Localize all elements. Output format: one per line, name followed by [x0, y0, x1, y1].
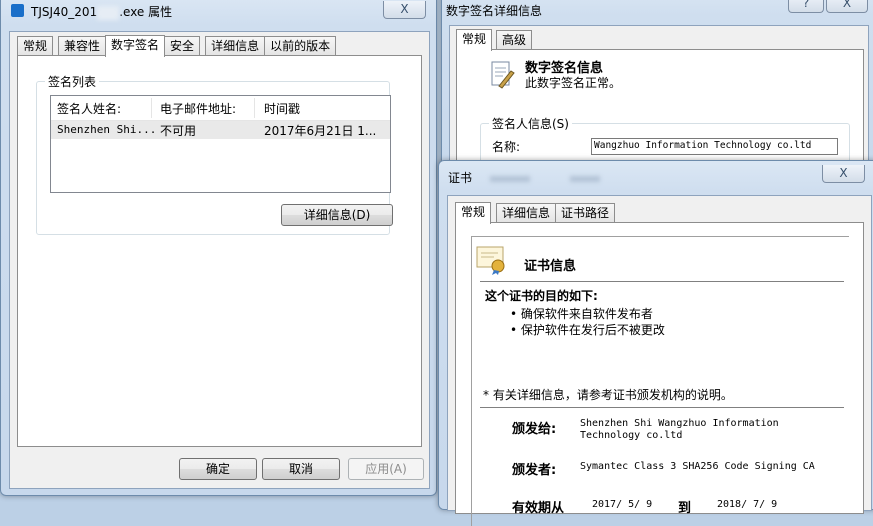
- tab-certification-path[interactable]: 证书路径: [555, 203, 616, 223]
- list-header: 签名人姓名: 电子邮件地址: 时间戳: [51, 96, 390, 121]
- title-redaction: [570, 175, 601, 182]
- issued-by-value: Symantec Class 3 SHA256 Code Signing CA: [580, 461, 815, 472]
- signature-list-label: 签名列表: [45, 73, 100, 90]
- properties-window: TJSJ40_201 .exe 属性 X 常规 兼容性 数字签名 安全 详细信息 …: [0, 0, 437, 496]
- properties-client: 常规 兼容性 数字签名 安全 详细信息 以前的版本 签名列表 签名人姓名: 电子…: [9, 31, 430, 489]
- app-icon: [11, 4, 24, 17]
- signed-document-icon: [491, 61, 515, 89]
- signature-details-close-button[interactable]: X: [826, 0, 868, 13]
- title-suffix: .exe 属性: [119, 5, 173, 19]
- tab-compatibility[interactable]: 兼容性: [58, 36, 107, 56]
- column-email[interactable]: 电子邮件地址:: [160, 100, 236, 117]
- purpose-text: 保护软件在发行后不被更改: [520, 323, 665, 337]
- tab-details[interactable]: 详细信息: [496, 203, 557, 223]
- certificate-title: 证书: [448, 169, 601, 186]
- certificate-title-text: 证书: [448, 171, 473, 185]
- certificate-icon: [476, 246, 505, 275]
- purpose-title: 这个证书的目的如下:: [485, 289, 598, 303]
- note-divider: [480, 407, 844, 408]
- certificate-window: 证书 X 常规 详细信息 证书路径 证书信息 这个证书的目的如下: • 确保软件…: [438, 160, 873, 526]
- signature-details-window: 数字签名详细信息 ? X 常规 高级 数字签名信息 此数字签名正常。 签名人信息…: [441, 0, 873, 193]
- cancel-button[interactable]: 取消: [262, 458, 340, 480]
- close-icon: X: [842, 0, 852, 10]
- table-row[interactable]: Shenzhen Shi... 不可用 2017年6月21日 1...: [51, 121, 390, 139]
- properties-tabs: 常规 兼容性 数字签名 安全 详细信息 以前的版本: [17, 34, 337, 57]
- close-icon: X: [839, 166, 848, 180]
- certificate-client: 常规 详细信息 证书路径 证书信息 这个证书的目的如下: • 确保软件来自软件发…: [447, 195, 872, 526]
- help-button[interactable]: ?: [788, 0, 824, 13]
- signature-details-title: 数字签名详细信息: [446, 4, 543, 18]
- valid-to-word: 到: [678, 501, 692, 516]
- valid-from-date: 2017/ 5/ 9: [592, 499, 653, 510]
- signer-info-label: 签名人信息(S): [489, 115, 572, 132]
- email-cell: 不可用: [160, 124, 197, 138]
- tab-general[interactable]: 常规: [456, 29, 493, 51]
- signer-name-cell: Shenzhen Shi...: [57, 123, 157, 136]
- issued-to-line-2: Technology co.ltd: [580, 430, 683, 441]
- close-button[interactable]: X: [383, 1, 426, 19]
- column-sep: [151, 98, 152, 118]
- issued-by-label: 颁发者:: [512, 463, 557, 478]
- apply-button: 应用(A): [348, 458, 424, 480]
- help-icon: ?: [802, 0, 810, 10]
- column-timestamp[interactable]: 时间戳: [264, 100, 300, 117]
- issued-to-label: 颁发给:: [512, 422, 557, 437]
- certificate-tabs: 常规 详细信息 证书路径: [455, 201, 616, 224]
- signature-list-group: 签名列表 签名人姓名: 电子邮件地址: 时间戳 Shenzhen Shi... …: [36, 73, 393, 235]
- signature-status: 此数字签名正常。: [525, 76, 622, 90]
- signature-list[interactable]: 签名人姓名: 电子邮件地址: 时间戳 Shenzhen Shi... 不可用 2…: [50, 95, 391, 193]
- timestamp-cell: 2017年6月21日 1...: [264, 124, 377, 138]
- issuer-note: * 有关详细信息，请参考证书颁发机构的说明。: [483, 388, 733, 402]
- valid-to-date: 2018/ 7/ 9: [717, 499, 778, 510]
- signer-name-field[interactable]: Wangzhuo Information Technology co.ltd: [591, 138, 838, 155]
- signatures-panel: 签名列表 签名人姓名: 电子邮件地址: 时间戳 Shenzhen Shi... …: [17, 55, 422, 447]
- title-redaction: [490, 175, 531, 182]
- certificate-info-box: 证书信息 这个证书的目的如下: • 确保软件来自软件发布者 • 保护软件在发行后…: [471, 236, 849, 526]
- tab-details[interactable]: 详细信息: [205, 36, 266, 56]
- title-redaction: [97, 5, 120, 20]
- tab-advanced[interactable]: 高级: [496, 30, 533, 50]
- tab-digital-signatures[interactable]: 数字签名: [105, 35, 166, 57]
- signature-details-tabs: 常规 高级: [456, 28, 533, 51]
- purpose-item-1: • 确保软件来自软件发布者: [510, 307, 653, 321]
- certificate-close-button[interactable]: X: [822, 165, 865, 183]
- title-filename: TJSJ40_201: [31, 5, 98, 19]
- heading-divider: [480, 281, 844, 282]
- tab-previous-versions[interactable]: 以前的版本: [264, 36, 337, 56]
- tab-general[interactable]: 常规: [455, 202, 492, 224]
- issued-to-line-1: Shenzhen Shi Wangzhuo Information: [580, 418, 779, 429]
- certificate-info-heading: 证书信息: [524, 259, 577, 274]
- purpose-text: 确保软件来自软件发布者: [520, 307, 653, 321]
- column-sep: [254, 98, 255, 118]
- tab-security[interactable]: 安全: [164, 36, 201, 56]
- column-signer-name[interactable]: 签名人姓名:: [57, 100, 121, 117]
- ok-button[interactable]: 确定: [179, 458, 257, 480]
- signer-name-value: Wangzhuo Information Technology co.ltd: [594, 140, 812, 151]
- tab-general[interactable]: 常规: [17, 36, 54, 56]
- certificate-general-panel: 证书信息 这个证书的目的如下: • 确保软件来自软件发布者 • 保护软件在发行后…: [455, 222, 864, 526]
- signature-details-button[interactable]: 详细信息(D): [281, 204, 393, 226]
- signer-name-label: 名称:: [492, 140, 521, 154]
- valid-from-label: 有效期从: [512, 501, 565, 516]
- purpose-item-2: • 保护软件在发行后不被更改: [510, 323, 665, 337]
- close-icon: X: [400, 2, 409, 16]
- window-title: TJSJ40_201 .exe 属性: [31, 3, 172, 20]
